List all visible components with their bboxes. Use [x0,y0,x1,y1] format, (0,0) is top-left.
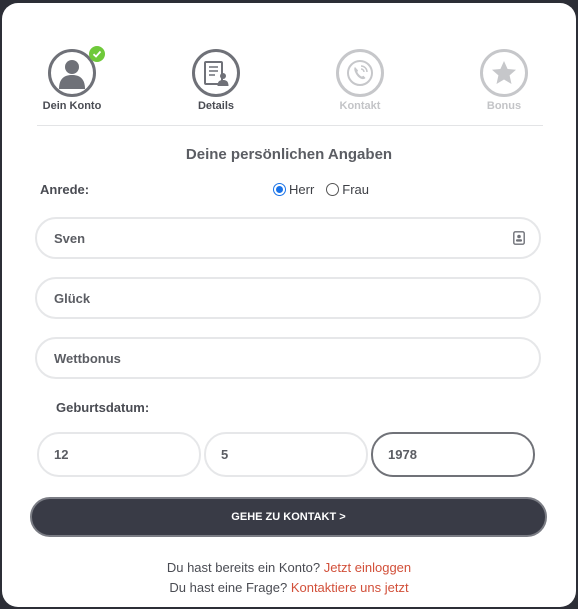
birth-year-value: 1978 [388,447,417,462]
document-user-icon [204,61,229,86]
step-circle [480,49,528,97]
step-label: Dein Konto [42,100,102,112]
last-name-field[interactable]: Glück [35,277,541,319]
section-title: Deine persönlichen Angaben [185,146,393,163]
birth-month-field[interactable]: 5 [204,432,368,477]
login-link[interactable]: Jetzt einloggen [324,560,411,575]
radio-herr[interactable]: Herr [273,182,314,197]
radio-button[interactable] [326,183,340,196]
step-bonus[interactable]: Bonus [454,49,554,112]
first-name-field[interactable]: Sven [35,217,541,259]
birth-month-value: 5 [221,447,229,462]
contact-prompt-text: Du hast eine Frage? [169,580,288,595]
step-progress: Dein Konto Details Kontakt Bonus [2,3,576,123]
step-circle [336,49,384,97]
step-dein-konto[interactable]: Dein Konto [22,46,122,112]
radio-label-frau: Frau [342,182,370,197]
continue-button[interactable]: GEHE ZU KONTAKT > [30,497,547,537]
checkmark-icon [89,46,105,62]
radio-button-checked[interactable] [273,183,286,196]
step-kontakt[interactable]: Kontakt [310,49,410,112]
radio-frau[interactable]: Frau [326,182,369,197]
step-label: Bonus [486,100,522,112]
anrede-label: Anrede: [40,182,90,197]
step-circle [192,49,240,97]
birthdate-label: Geburtsdatum: [56,400,150,415]
step-circle [48,46,105,97]
radio-label-herr: Herr [289,182,315,197]
login-prompt: Du hast bereits ein Konto? Jetzt einlogg… [2,560,576,575]
anrede-radio-group: Herr Frau [273,182,381,197]
registration-modal: Dein Konto Details Kontakt Bonus Deine p… [2,3,576,607]
step-details[interactable]: Details [166,49,266,112]
user-icon [59,60,85,89]
username-field[interactable]: Wettbonus [35,337,541,379]
login-prompt-text: Du hast bereits ein Konto? [166,560,321,575]
last-name-value: Glück [54,290,91,306]
divider [37,125,543,126]
birth-year-field[interactable]: 1978 [371,432,535,477]
contact-link[interactable]: Kontaktiere uns jetzt [291,580,409,595]
contact-prompt: Du hast eine Frage? Kontaktiere uns jetz… [2,580,576,595]
step-label: Details [197,100,235,112]
contact-card-icon[interactable] [513,231,525,248]
star-icon [492,61,516,84]
first-name-value: Sven [54,230,86,246]
birth-day-value: 12 [54,447,69,462]
step-label: Kontakt [339,100,381,112]
birth-day-field[interactable]: 12 [37,432,201,477]
phone-icon [347,60,373,86]
username-value: Wettbonus [54,350,121,366]
